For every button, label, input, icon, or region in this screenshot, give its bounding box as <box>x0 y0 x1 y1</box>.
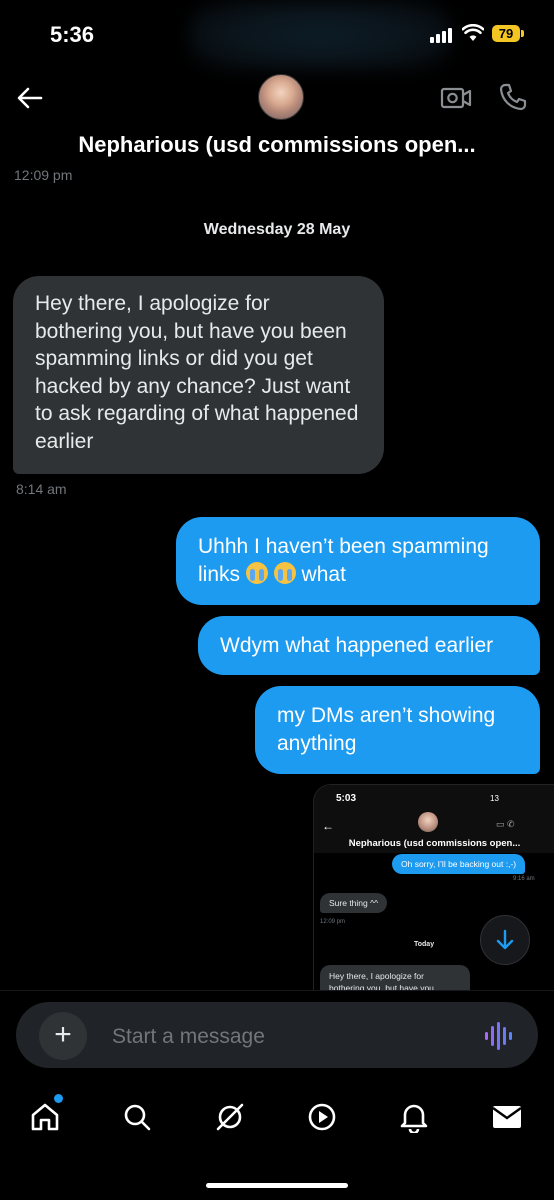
battery-icon: 79 <box>492 25 520 42</box>
message-input[interactable] <box>110 1020 454 1054</box>
outgoing-message[interactable]: Uhhh I haven’t been spamming links what <box>176 517 540 605</box>
grok-icon <box>216 1103 244 1131</box>
embedded-date-separator: Today <box>414 941 435 948</box>
battery-nub <box>521 30 524 37</box>
incoming-message[interactable]: Hey there, I apologize for bothering you… <box>13 276 384 474</box>
embedded-title: Nepharious (usd commissions open... <box>348 838 521 849</box>
signal-icon <box>430 28 452 43</box>
message-timestamp: 12:09 pm <box>14 167 73 183</box>
message-text: what <box>301 562 346 586</box>
search-icon <box>124 1104 151 1131</box>
tab-video[interactable] <box>302 1097 342 1137</box>
tab-search[interactable] <box>117 1097 157 1137</box>
conversation-title[interactable]: Nepharious (usd commissions open... <box>0 132 554 158</box>
message-timestamp: 8:14 am <box>16 481 67 497</box>
status-time: 5:36 <box>50 22 95 47</box>
embedded-timestamp: 12:09 pm <box>320 919 346 925</box>
tab-grok[interactable] <box>210 1097 250 1137</box>
avatar[interactable] <box>258 74 304 120</box>
arrow-down-icon <box>496 929 514 950</box>
bell-icon <box>400 1104 428 1133</box>
embedded-back-arrow-icon: ← <box>322 819 334 833</box>
phone-icon[interactable] <box>498 82 528 117</box>
embedded-outgoing-message: Oh sorry, I’ll be backing out :,-) <box>392 854 526 874</box>
embedded-call-icons: ▭ ✆ <box>496 819 515 829</box>
tab-messages[interactable] <box>487 1097 527 1137</box>
embedded-timestamp: 9:16 am <box>513 876 535 882</box>
embedded-status-time: 5:03 <box>336 793 357 804</box>
scroll-to-bottom-button[interactable] <box>480 915 530 965</box>
blurred-notification <box>190 0 450 70</box>
video-camera-icon[interactable] <box>440 84 472 117</box>
embedded-status-battery: 13 <box>490 794 499 803</box>
envelope-icon <box>492 1106 522 1128</box>
date-separator: Wednesday 28 May <box>203 221 351 238</box>
embedded-incoming-message: Sure thing ^^ <box>320 893 388 913</box>
embedded-incoming-message: Hey there, I apologize for bothering you… <box>320 965 470 990</box>
play-icon <box>308 1103 336 1131</box>
loudly-crying-emoji-icon <box>273 561 296 584</box>
outgoing-message[interactable]: Wdym what happened earlier <box>198 616 540 675</box>
back-arrow-icon[interactable] <box>16 84 44 117</box>
tab-home[interactable] <box>25 1097 65 1137</box>
tab-notifications[interactable] <box>394 1097 434 1137</box>
voice-message-icon[interactable] <box>484 1021 512 1056</box>
add-media-button[interactable]: + <box>39 1012 87 1060</box>
outgoing-message[interactable]: my DMs aren’t showing anything <box>255 686 540 774</box>
loudly-crying-emoji-icon <box>245 561 268 584</box>
wifi-icon <box>461 23 485 47</box>
embedded-avatar <box>418 812 438 832</box>
home-icon <box>31 1103 59 1131</box>
header-divider <box>0 160 554 167</box>
notification-dot <box>54 1094 63 1103</box>
home-indicator <box>206 1183 348 1188</box>
